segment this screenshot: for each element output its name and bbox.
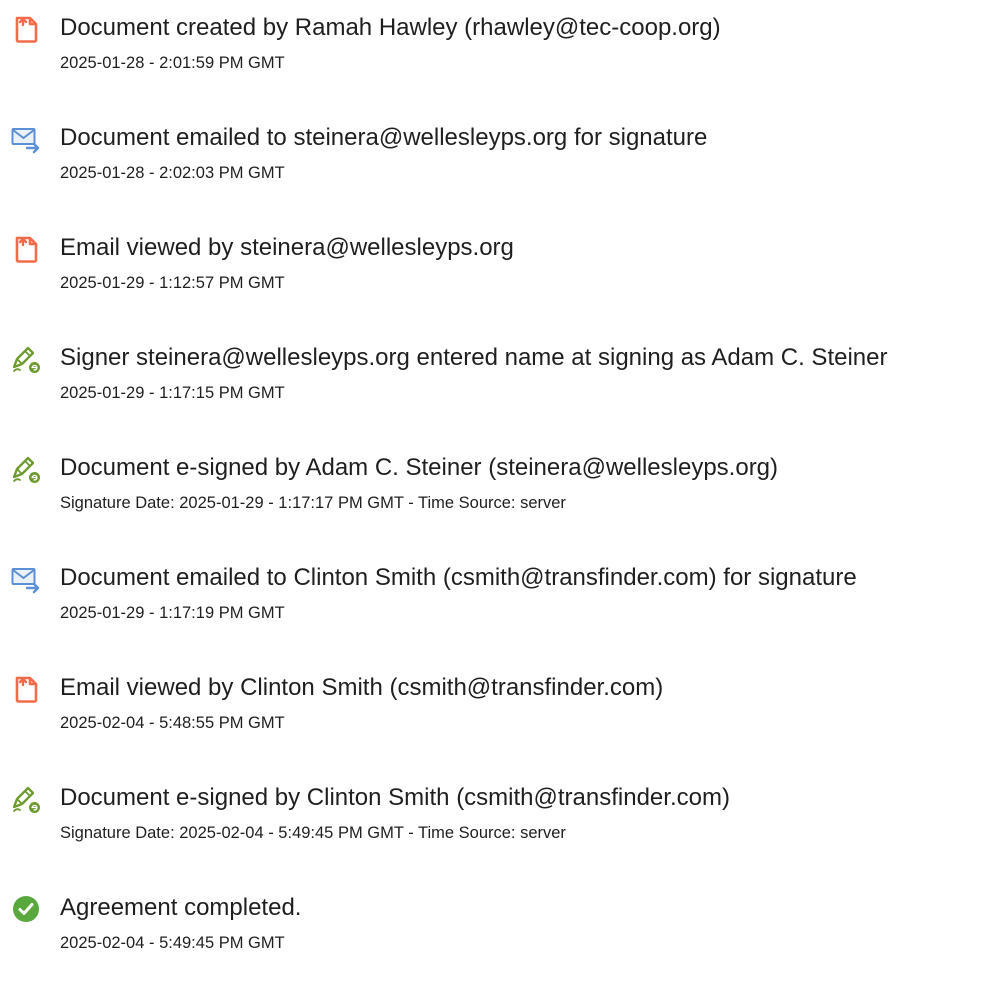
check-circle-icon: [10, 893, 42, 925]
e-sign-pen-icon: [10, 783, 42, 815]
audit-event: Document e-signed by Clinton Smith (csmi…: [0, 782, 982, 872]
document-icon: [10, 233, 42, 265]
event-title: Document emailed to steinera@wellesleyps…: [60, 124, 708, 151]
email-sent-icon: [10, 563, 42, 595]
audit-event: Agreement completed. 2025-02-04 - 5:49:4…: [0, 892, 982, 982]
event-timestamp: 2025-01-29 - 1:17:19 PM GMT: [60, 604, 285, 622]
audit-event: Document e-signed by Adam C. Steiner (st…: [0, 452, 982, 542]
event-timestamp: 2025-01-29 - 1:12:57 PM GMT: [60, 274, 285, 292]
event-timestamp: 2025-01-29 - 1:17:15 PM GMT: [60, 384, 285, 402]
event-title: Document e-signed by Adam C. Steiner (st…: [60, 454, 779, 481]
event-signature-date: Signature Date: 2025-02-04 - 5:49:45 PM …: [60, 824, 566, 842]
e-sign-pen-icon: [10, 343, 42, 375]
document-icon: [10, 673, 42, 705]
event-timestamp: 2025-01-28 - 2:01:59 PM GMT: [60, 54, 285, 72]
event-title: Email viewed by steinera@wellesleyps.org: [60, 234, 514, 261]
event-timestamp: 2025-01-28 - 2:02:03 PM GMT: [60, 164, 285, 182]
event-title: Email viewed by Clinton Smith (csmith@tr…: [60, 674, 664, 701]
audit-event: Email viewed by steinera@wellesleyps.org…: [0, 232, 982, 322]
e-sign-pen-icon: [10, 453, 42, 485]
event-title: Agreement completed.: [60, 894, 302, 921]
event-title: Document created by Ramah Hawley (rhawle…: [60, 14, 721, 41]
audit-event: Email viewed by Clinton Smith (csmith@tr…: [0, 672, 982, 762]
email-sent-icon: [10, 123, 42, 155]
event-timestamp: 2025-02-04 - 5:49:45 PM GMT: [60, 934, 285, 952]
audit-event: Signer steinera@wellesleyps.org entered …: [0, 342, 982, 432]
document-icon: [10, 13, 42, 45]
audit-event: Document emailed to steinera@wellesleyps…: [0, 122, 982, 212]
audit-event: Document emailed to Clinton Smith (csmit…: [0, 562, 982, 652]
event-signature-date: Signature Date: 2025-01-29 - 1:17:17 PM …: [60, 494, 566, 512]
event-timestamp: 2025-02-04 - 5:48:55 PM GMT: [60, 714, 285, 732]
audit-event: Document created by Ramah Hawley (rhawle…: [0, 12, 982, 102]
event-title: Document emailed to Clinton Smith (csmit…: [60, 564, 857, 591]
event-title: Document e-signed by Clinton Smith (csmi…: [60, 784, 730, 811]
event-title: Signer steinera@wellesleyps.org entered …: [60, 344, 888, 371]
